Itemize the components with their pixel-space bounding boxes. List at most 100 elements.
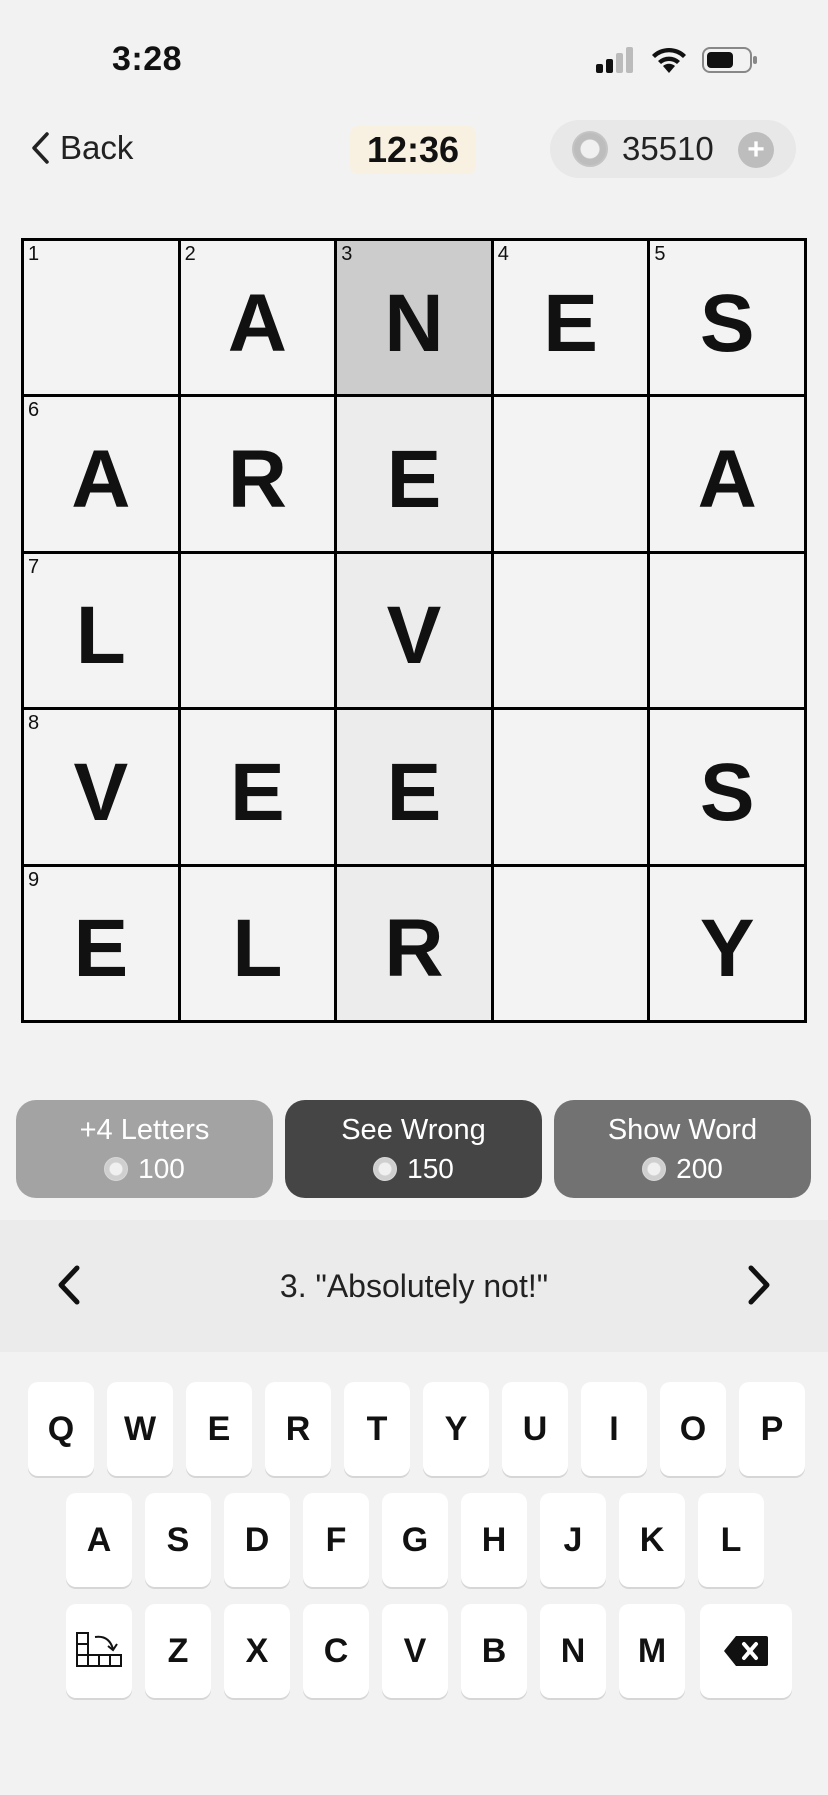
- key-h[interactable]: H: [461, 1493, 527, 1587]
- grid-cell[interactable]: 7L: [24, 553, 178, 708]
- coin-count: 35510: [622, 130, 714, 167]
- cell-letter: V: [386, 590, 442, 682]
- coin-icon: [373, 1156, 398, 1181]
- cell-number: 7: [28, 555, 40, 578]
- grid-cell[interactable]: 5S: [650, 241, 804, 395]
- grid-cell[interactable]: R: [180, 397, 335, 551]
- grid-cell[interactable]: E: [180, 710, 335, 864]
- key-j[interactable]: J: [540, 1493, 606, 1587]
- coin-icon: [572, 131, 608, 167]
- chevron-right-icon: [748, 1265, 770, 1305]
- key-z[interactable]: Z: [145, 1604, 211, 1698]
- key-c[interactable]: C: [303, 1604, 369, 1698]
- coin-icon: [104, 1156, 129, 1181]
- status-bar: 3:28: [0, 0, 828, 110]
- hint-cost: 150: [373, 1153, 454, 1185]
- status-icons: [596, 46, 758, 74]
- hint-cost-value: 100: [138, 1152, 185, 1184]
- key-u[interactable]: U: [502, 1382, 568, 1476]
- cell-letter: E: [386, 746, 442, 838]
- grid-cell[interactable]: A: [650, 397, 804, 551]
- key-a[interactable]: A: [66, 1493, 132, 1587]
- cell-letter: L: [232, 903, 283, 995]
- cell-letter: A: [71, 434, 131, 526]
- grid-cell[interactable]: 1: [24, 241, 178, 395]
- grid-cell[interactable]: [493, 710, 648, 864]
- show-word-button[interactable]: Show Word 200: [554, 1100, 811, 1198]
- crossword-grid: 12A3N4E5S6AREA7LV8VEES9ELRY: [21, 238, 807, 1023]
- delete-key[interactable]: [700, 1604, 792, 1698]
- key-l[interactable]: L: [698, 1493, 764, 1587]
- key-f[interactable]: F: [303, 1493, 369, 1587]
- back-button[interactable]: Back: [30, 124, 133, 172]
- cell-letter: E: [543, 277, 598, 369]
- cell-letter: E: [230, 746, 285, 838]
- grid-cell[interactable]: 8V: [24, 710, 178, 864]
- key-w[interactable]: W: [107, 1382, 173, 1476]
- hint-cost-value: 200: [676, 1152, 723, 1184]
- cell-letter: E: [386, 434, 442, 526]
- header: Back 12:36 35510 +: [0, 112, 828, 184]
- grid-cell[interactable]: V: [337, 553, 491, 708]
- hint-label: Show Word: [607, 1113, 758, 1146]
- grid-cell[interactable]: Y: [650, 866, 804, 1020]
- hint-cost-value: 150: [407, 1152, 454, 1184]
- key-o[interactable]: O: [660, 1382, 726, 1476]
- key-s[interactable]: S: [145, 1493, 211, 1587]
- grid-cell[interactable]: 6A: [24, 397, 178, 551]
- key-n[interactable]: N: [540, 1604, 606, 1698]
- add-coins-button[interactable]: +: [738, 132, 774, 168]
- hint-buttons: +4 Letters 100 See Wrong 150 Show Word 2…: [16, 1100, 812, 1200]
- previous-clue-button[interactable]: [56, 1264, 82, 1311]
- grid-cell[interactable]: L: [180, 866, 335, 1020]
- grid-toggle-key[interactable]: [66, 1604, 132, 1698]
- key-m[interactable]: M: [619, 1604, 685, 1698]
- key-v[interactable]: V: [382, 1604, 448, 1698]
- wifi-icon: [652, 47, 686, 73]
- key-i[interactable]: I: [581, 1382, 647, 1476]
- timer: 12:36: [350, 126, 476, 174]
- grid-cell[interactable]: [493, 553, 648, 708]
- battery-icon: [702, 47, 757, 73]
- cellular-signal-icon: [596, 47, 633, 73]
- cell-number: 2: [184, 243, 196, 265]
- chevron-left-icon: [32, 132, 49, 164]
- hint-cost: 200: [642, 1153, 723, 1185]
- cell-letter: N: [384, 277, 444, 369]
- grid-cell[interactable]: 4E: [493, 241, 648, 395]
- grid-cell[interactable]: R: [337, 866, 491, 1020]
- see-wrong-button[interactable]: See Wrong 150: [285, 1100, 542, 1198]
- cell-number: 9: [28, 868, 40, 891]
- grid-cell[interactable]: E: [337, 710, 491, 864]
- grid-cell[interactable]: S: [650, 710, 804, 864]
- cell-number: 4: [497, 243, 509, 265]
- grid-cell[interactable]: 3N: [337, 241, 491, 395]
- key-k[interactable]: K: [619, 1493, 685, 1587]
- back-label: Back: [60, 129, 134, 166]
- key-p[interactable]: P: [739, 1382, 805, 1476]
- grid-cell[interactable]: [493, 866, 648, 1020]
- grid-toggle-icon: [76, 1632, 122, 1667]
- key-q[interactable]: Q: [28, 1382, 94, 1476]
- grid-cell[interactable]: [493, 397, 648, 551]
- grid-cell[interactable]: E: [337, 397, 491, 551]
- next-clue-button[interactable]: [746, 1264, 772, 1311]
- grid-cell[interactable]: 2A: [180, 241, 335, 395]
- chevron-left-icon: [58, 1265, 80, 1305]
- key-y[interactable]: Y: [423, 1382, 489, 1476]
- grid-cell[interactable]: [650, 553, 804, 708]
- key-r[interactable]: R: [265, 1382, 331, 1476]
- key-e[interactable]: E: [186, 1382, 252, 1476]
- grid-cell[interactable]: [180, 553, 335, 708]
- cell-letter: V: [73, 746, 129, 838]
- key-b[interactable]: B: [461, 1604, 527, 1698]
- grid-cell[interactable]: 9E: [24, 866, 178, 1020]
- key-t[interactable]: T: [344, 1382, 410, 1476]
- key-x[interactable]: X: [224, 1604, 290, 1698]
- key-d[interactable]: D: [224, 1493, 290, 1587]
- backspace-icon: [724, 1636, 768, 1666]
- add-letters-button[interactable]: +4 Letters 100: [16, 1100, 273, 1198]
- cell-letter: R: [384, 903, 444, 995]
- keyboard: QWERTYUIOP ASDFGHJKL ZXCVBNM: [0, 1352, 828, 1795]
- key-g[interactable]: G: [382, 1493, 448, 1587]
